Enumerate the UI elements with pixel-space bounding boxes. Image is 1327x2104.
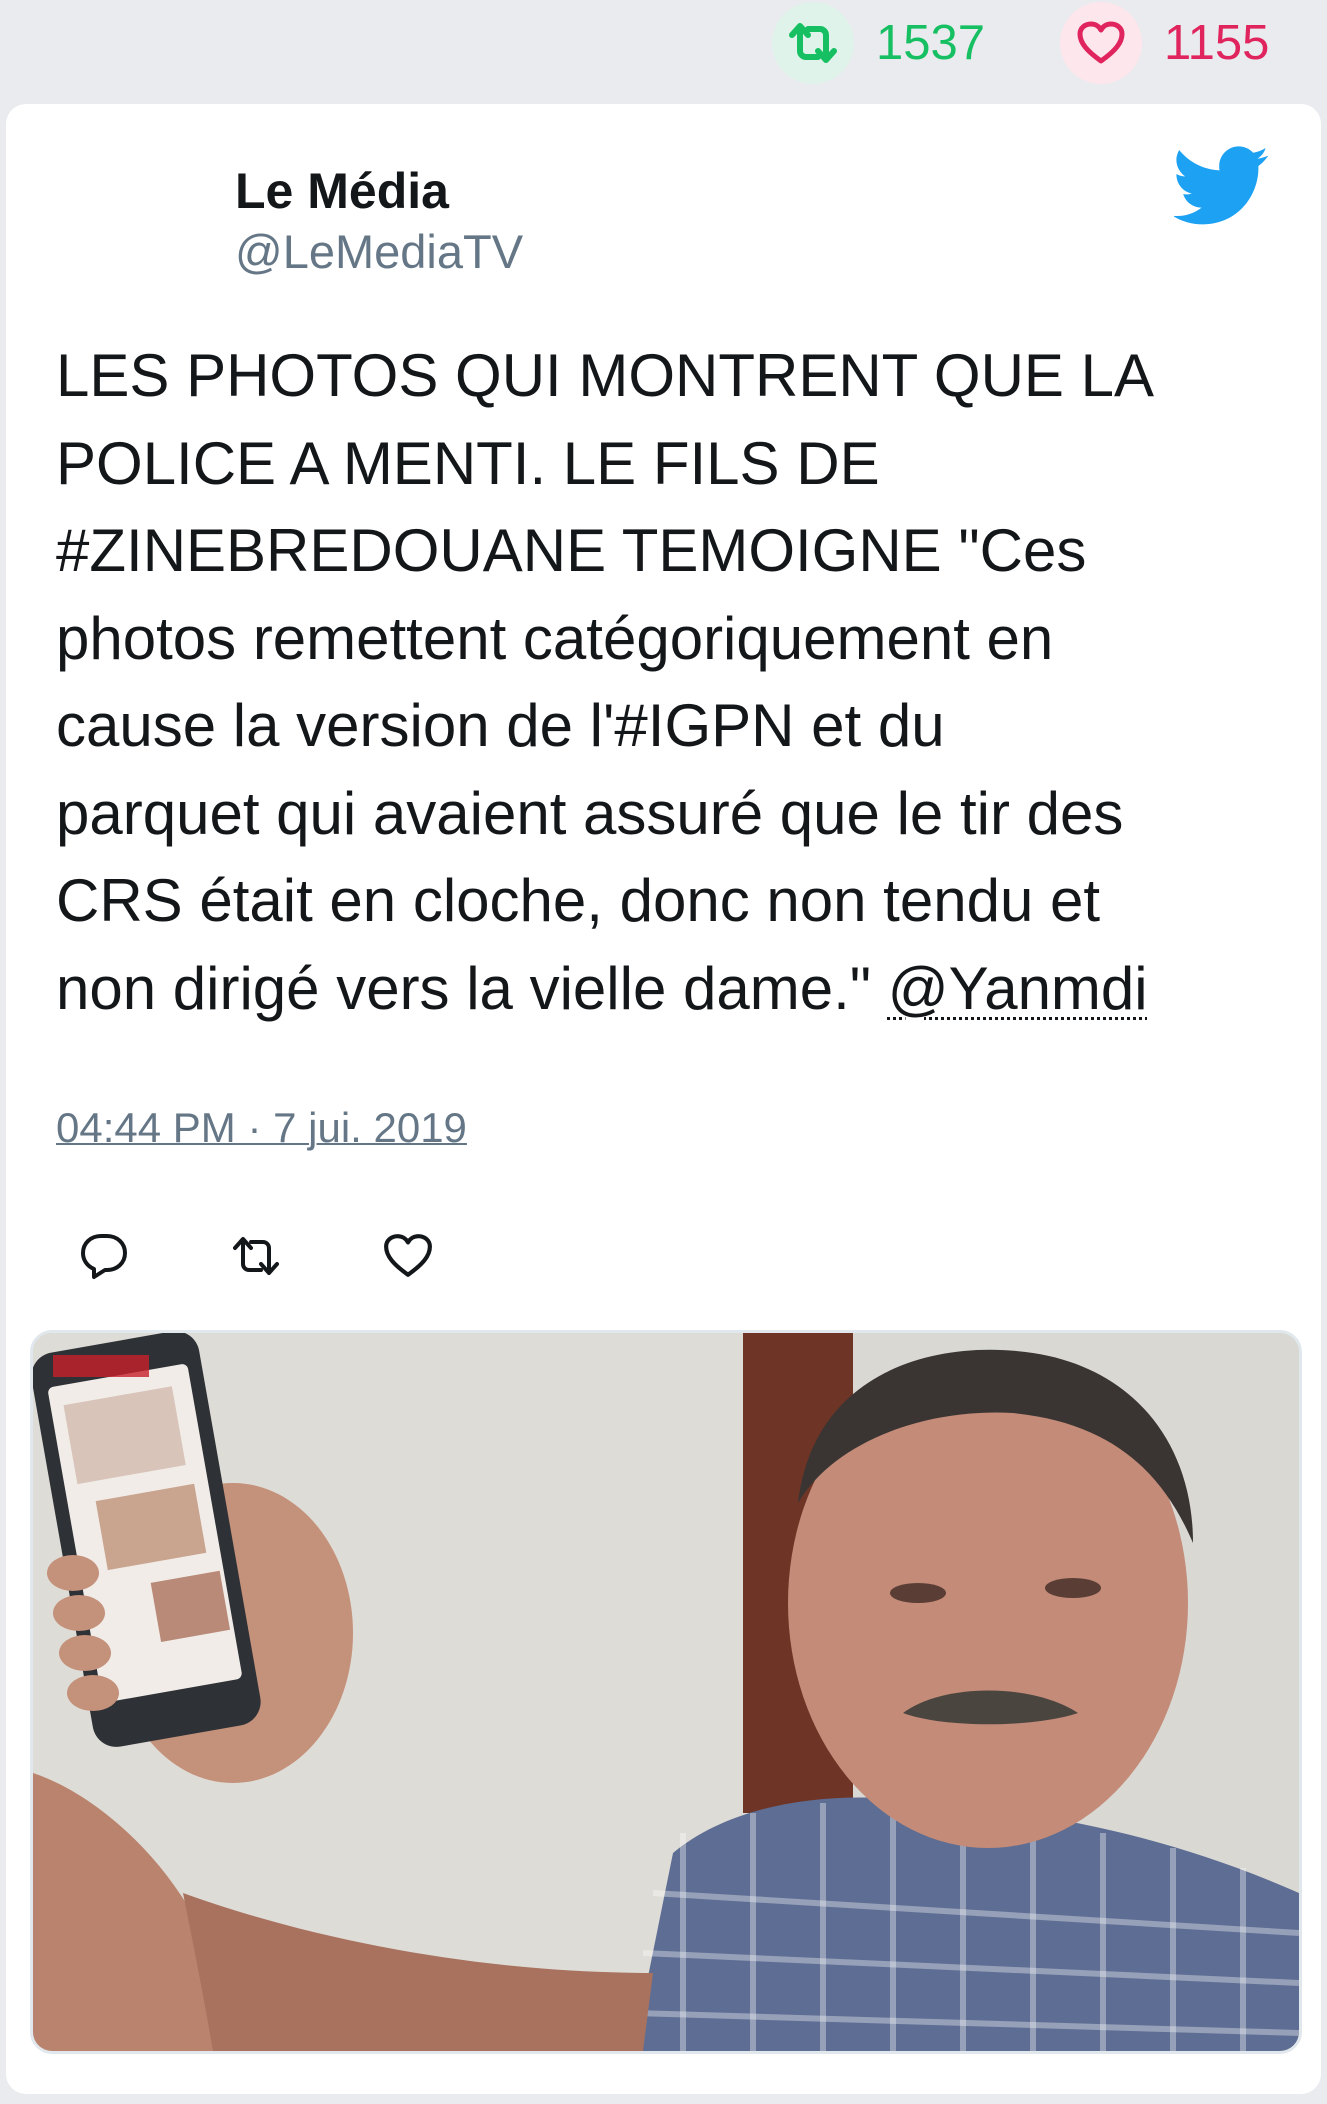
tweet-timestamp[interactable]: 04:44 PM · 7 jui. 2019 [56,1104,467,1152]
reply-icon[interactable] [72,1224,136,1288]
retweet-stat[interactable]: 1537 [772,2,985,84]
mention-link[interactable]: @Yanmdi [888,955,1148,1022]
photo-illustration [33,1333,1299,2051]
author-name[interactable]: Le Média [235,162,449,220]
heart-icon[interactable] [1060,2,1142,84]
twitter-bird-icon[interactable] [1172,146,1270,231]
tweet-media-photo[interactable] [30,1330,1302,2054]
retweet-icon[interactable] [224,1224,288,1288]
like-count: 1155 [1164,16,1270,70]
tweet-card: Le Média @LeMediaTV LES PHOTOS QUI MONTR… [6,104,1321,2094]
retweet-count: 1537 [876,16,986,70]
avatar[interactable] [62,158,202,298]
engagement-stats-bar: 1537 1155 [0,0,1327,100]
like-icon[interactable] [376,1224,440,1288]
author-handle[interactable]: @LeMediaTV [235,224,523,279]
retweet-icon[interactable] [772,2,854,84]
tweet-text: LES PHOTOS QUI MONTRENT QUE LA POLICE A … [56,332,1296,1032]
like-stat[interactable]: 1155 [1060,2,1269,84]
tweet-body: LES PHOTOS QUI MONTRENT QUE LA POLICE A … [56,342,1154,1022]
